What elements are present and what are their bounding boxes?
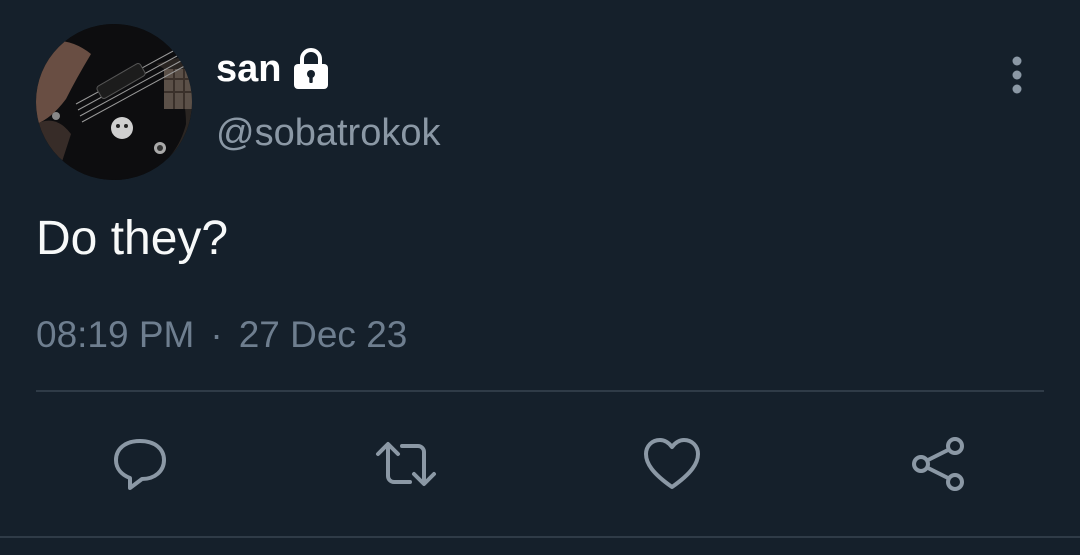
like-button[interactable] — [640, 432, 704, 496]
retweet-button[interactable] — [374, 432, 438, 496]
tweet-text: Do they? — [36, 212, 229, 265]
avatar[interactable] — [36, 24, 192, 180]
like-icon — [644, 438, 700, 489]
reply-button[interactable] — [108, 432, 172, 496]
lock-icon — [291, 47, 331, 91]
bottom-divider — [0, 536, 1080, 538]
reply-icon — [114, 439, 166, 490]
avatar-guitar-photo — [36, 24, 192, 180]
author-handle[interactable]: @sobatrokok — [216, 110, 440, 156]
retweet-icon — [376, 442, 436, 486]
author-name-row: san — [216, 46, 331, 92]
share-icon — [912, 437, 964, 491]
divider — [36, 390, 1044, 392]
display-name[interactable]: san — [216, 46, 281, 92]
action-bar — [0, 432, 1080, 496]
tweet-time: 08:19 PM — [36, 314, 195, 355]
meta-separator: · — [210, 314, 223, 355]
tweet-detail: san @sobatrokok Do they? 08:19 PM · 27 Dec… — [0, 0, 1080, 555]
tweet-date: 27 Dec 23 — [238, 314, 408, 355]
share-button[interactable] — [906, 432, 970, 496]
more-options-icon[interactable] — [1000, 52, 1034, 98]
tweet-timestamp[interactable]: 08:19 PM · 27 Dec 23 — [36, 312, 407, 358]
